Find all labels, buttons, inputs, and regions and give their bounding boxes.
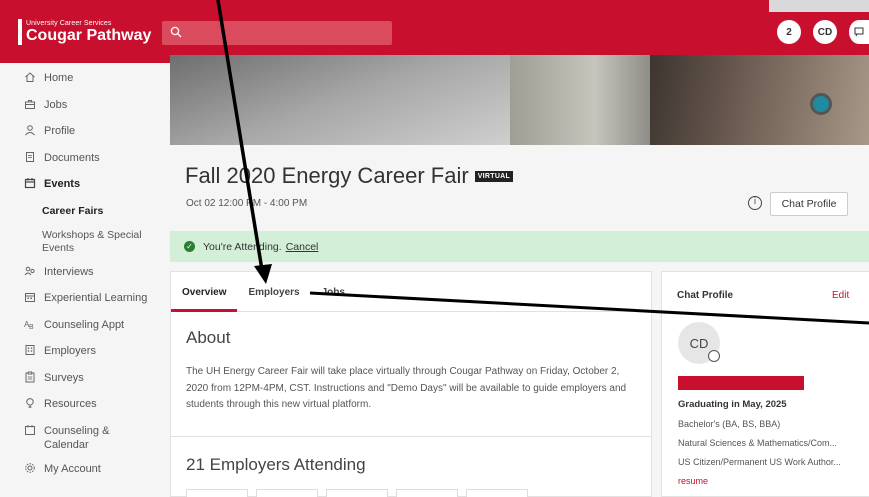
sidebar-item-label: Jobs	[44, 98, 68, 111]
notifications-button[interactable]: 2	[777, 20, 801, 44]
sidebar-item-counseling-calendar[interactable]: Counseling & Calendar	[0, 424, 170, 462]
sidebar-item-resources[interactable]: Resources	[0, 397, 170, 424]
info-icon[interactable]: i	[748, 196, 762, 210]
sidebar-subitem-workshops[interactable]: Workshops & Special Events	[0, 227, 170, 265]
event-details-card: Overview Employers Jobs About The UH Ene…	[170, 271, 652, 497]
sidebar: Home Jobs Profile Documents Events Caree…	[0, 63, 170, 497]
sidebar-item-label: My Account	[44, 462, 101, 475]
chat-icon	[854, 27, 864, 37]
sidebar-subitem-label: Workshops & Special Events	[42, 228, 142, 254]
employer-logo-card[interactable]	[466, 489, 528, 497]
attending-text: You're Attending.	[203, 240, 282, 253]
sidebar-item-counseling-appt[interactable]: AB Counseling Appt	[0, 318, 170, 345]
svg-text:B: B	[29, 324, 34, 330]
calendar-outline-icon	[23, 424, 37, 440]
messages-button[interactable]	[849, 20, 869, 44]
logo-title: Cougar Pathway	[26, 27, 152, 44]
employer-logo-card[interactable]	[396, 489, 458, 497]
sidebar-item-label: Events	[44, 178, 81, 190]
search-icon	[170, 26, 182, 41]
college-text: Natural Sciences & Mathematics/Com...	[678, 438, 838, 448]
clipboard-icon	[23, 371, 37, 387]
people-icon	[23, 265, 37, 281]
sidebar-item-surveys[interactable]: Surveys	[0, 371, 170, 398]
employer-logo-card[interactable]	[326, 489, 388, 497]
sidebar-item-employers[interactable]: Employers	[0, 344, 170, 371]
search-input[interactable]	[162, 21, 392, 45]
chat-profile-card: Chat Profile Edit CD Graduating in May, …	[661, 271, 869, 497]
sidebar-item-label: Employers	[44, 345, 96, 357]
sidebar-item-label: Documents	[44, 151, 100, 164]
calendar-grid-icon	[23, 291, 37, 307]
sidebar-item-experiential-learning[interactable]: Experiential Learning	[0, 291, 170, 318]
calendar-icon	[23, 177, 37, 193]
top-icons: 2 CD	[777, 20, 869, 44]
tab-employers[interactable]: Employers	[248, 272, 299, 311]
app-logo[interactable]: University Career Services Cougar Pathwa…	[18, 19, 151, 45]
resume-link[interactable]: resume	[678, 476, 858, 486]
home-icon	[23, 71, 37, 87]
sidebar-item-profile[interactable]: Profile	[0, 124, 170, 151]
sidebar-item-label: Counseling & Calendar	[44, 424, 110, 451]
sidebar-item-label: Interviews	[44, 265, 94, 278]
event-hero-image	[170, 55, 869, 145]
degree-text: Bachelor's (BA, BS, BBA)	[678, 419, 781, 429]
sidebar-item-interviews[interactable]: Interviews	[0, 265, 170, 292]
page-title: Fall 2020 Energy Career Fair	[185, 163, 469, 188]
cancel-attendance-link[interactable]: Cancel	[286, 241, 319, 253]
event-date: Oct 02 12:00 PM - 4:00 PM	[186, 198, 308, 209]
status-indicator-icon	[708, 350, 720, 362]
event-tabs: Overview Employers Jobs	[170, 272, 651, 312]
person-icon	[23, 124, 37, 140]
citizenship-text: US Citizen/Permanent US Work Author...	[678, 457, 841, 467]
employers-attending-heading: 21 Employers Attending	[186, 455, 366, 474]
event-title-row: Fall 2020 Energy Career Fair VIRTUAL	[185, 163, 514, 189]
sidebar-item-jobs[interactable]: Jobs	[0, 98, 170, 125]
sidebar-item-label: Resources	[44, 398, 97, 410]
briefcase-icon	[23, 98, 37, 114]
sidebar-item-documents[interactable]: Documents	[0, 151, 170, 178]
gear-icon	[23, 462, 37, 478]
employer-logo-row	[186, 489, 528, 497]
logo-subtitle: University Career Services	[26, 20, 112, 27]
edit-link[interactable]: Edit	[832, 290, 849, 301]
top-bar: University Career Services Cougar Pathwa…	[0, 0, 869, 63]
sidebar-item-label: Counseling Appt	[44, 318, 125, 331]
sidebar-item-label: Surveys	[44, 371, 84, 384]
sidebar-item-my-account[interactable]: My Account	[0, 462, 170, 489]
employer-logo-card[interactable]	[256, 489, 318, 497]
sidebar-subitem-label: Career Fairs	[42, 204, 104, 217]
logo-mark	[18, 19, 22, 45]
sidebar-item-label: Profile	[44, 125, 76, 137]
section-divider	[171, 436, 651, 437]
lightbulb-icon	[23, 397, 37, 413]
about-description: The UH Energy Career Fair will take plac…	[186, 366, 627, 410]
chat-profile-button[interactable]: Chat Profile	[770, 192, 848, 216]
employer-logo-card[interactable]	[186, 489, 248, 497]
check-circle-icon: ✓	[184, 241, 195, 252]
chat-profile-heading: Chat Profile	[677, 290, 734, 301]
top-right-grey-strip	[769, 0, 869, 12]
virtual-badge: VIRTUAL	[474, 170, 514, 182]
tab-overview[interactable]: Overview	[170, 272, 239, 312]
counseling-icon: AB	[23, 318, 37, 334]
graduation-text: Graduating in May, 2025	[678, 399, 787, 410]
user-menu-button[interactable]: CD	[813, 20, 837, 44]
sidebar-subitem-career-fairs[interactable]: Career Fairs	[0, 204, 170, 227]
redacted-name-bar	[678, 376, 804, 390]
sidebar-item-events[interactable]: Events	[0, 177, 170, 204]
tab-jobs[interactable]: Jobs	[322, 272, 345, 311]
sidebar-item-label: Experiential Learning	[44, 292, 148, 304]
document-icon	[23, 151, 37, 167]
about-heading: About	[186, 328, 231, 347]
sidebar-item-home[interactable]: Home	[0, 71, 170, 98]
attending-banner: ✓ You're Attending. Cancel	[170, 231, 869, 262]
building-icon	[23, 344, 37, 360]
sidebar-item-label: Home	[44, 72, 74, 84]
